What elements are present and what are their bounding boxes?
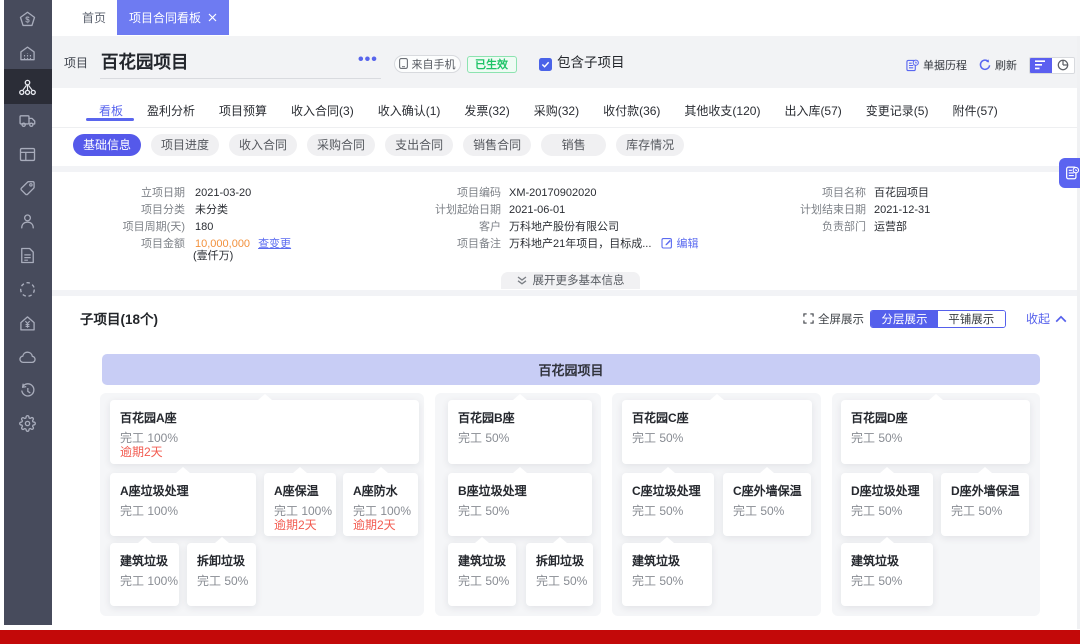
svg-text:$: $	[25, 15, 30, 24]
